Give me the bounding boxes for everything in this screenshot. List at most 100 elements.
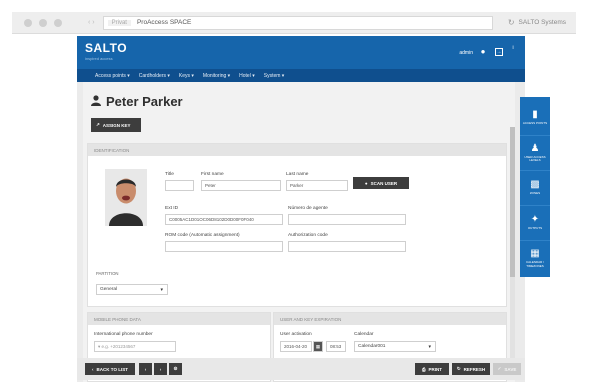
activation-date-field[interactable]: 2016-04-20 xyxy=(280,341,312,352)
scrollbar-thumb[interactable] xyxy=(510,127,515,277)
logo-tagline: inspired access xyxy=(85,56,113,61)
nav-access-points[interactable]: Access points ▾ xyxy=(95,73,130,79)
numero-agente-field[interactable] xyxy=(288,214,406,225)
dock-zones[interactable]: ▩ ZONES xyxy=(520,171,550,206)
dock-outputs[interactable]: ✦ OUTPUTS xyxy=(520,206,550,241)
save-label: SAVE xyxy=(504,366,517,372)
logout-icon[interactable]: → xyxy=(495,48,503,56)
nav-cardholders[interactable]: Cardholders ▾ xyxy=(139,73,170,79)
calendar-icon[interactable]: ▦ xyxy=(313,341,323,352)
title-label: Title xyxy=(165,172,174,177)
last-name-label: Last name xyxy=(286,172,309,177)
assign-key-button[interactable]: ↗ ASSIGN KEY xyxy=(91,118,141,132)
page-tab-title: ProAccess SPACE xyxy=(136,19,192,26)
content-scrollbar[interactable] xyxy=(510,127,515,379)
dock-calendar-timezones[interactable]: ▦ CALENDAR / TIMEZONES xyxy=(520,241,550,276)
site-label: SALTO Systems xyxy=(518,19,566,26)
next-button[interactable]: › xyxy=(154,363,167,375)
dock-user-access-levels-label: USER ACCESS LEVELS xyxy=(524,154,546,162)
content-area: Peter Parker ↗ ASSIGN KEY IDENTIFICATION xyxy=(83,82,515,382)
intl-phone-label: International phone number xyxy=(94,332,153,337)
scan-icon: ● xyxy=(364,180,368,186)
app-header: SALTO inspired access admin ● → i xyxy=(77,36,525,69)
users-icon: ♟ xyxy=(530,142,540,154)
window-controls xyxy=(24,18,62,27)
intl-phone-field[interactable]: ▾ e.g. +201234567 xyxy=(94,341,176,352)
close-window-dot[interactable] xyxy=(24,18,32,27)
calendar-select[interactable]: Calendar001 ▾ xyxy=(354,341,436,352)
identification-panel: IDENTIFICATION Title First name Peter La… xyxy=(87,143,507,307)
right-dock: ▮ ACCESS POINTS ♟ USER ACCESS LEVELS ▩ Z… xyxy=(520,97,550,277)
dock-user-access-levels[interactable]: ♟ USER ACCESS LEVELS xyxy=(520,136,550,171)
person-icon xyxy=(91,94,101,109)
dock-access-points[interactable]: ▮ ACCESS POINTS xyxy=(520,101,550,136)
refresh-icon[interactable]: ↻ xyxy=(508,18,515,27)
scan-user-label: SCAN USER xyxy=(370,180,398,186)
save-button[interactable]: ✓ SAVE xyxy=(493,363,521,375)
title-field[interactable] xyxy=(165,180,194,191)
scan-user-button[interactable]: ● SCAN USER xyxy=(353,177,409,189)
page-title-row: Peter Parker xyxy=(91,94,183,109)
page-title: Peter Parker xyxy=(106,94,183,109)
ext-id-field[interactable]: C0005AC1D01OC06D8102D0D00F0F040 xyxy=(165,214,283,225)
first-name-field[interactable]: Peter xyxy=(201,180,281,191)
ext-id-label: Ext ID xyxy=(165,206,179,211)
first-name-label: First name xyxy=(201,172,224,177)
print-icon: ⎙ xyxy=(421,366,426,372)
page-body: Peter Parker ↗ ASSIGN KEY IDENTIFICATION xyxy=(77,82,525,382)
user-expiration-header: USER AND KEY EXPIRATION xyxy=(274,313,506,325)
nav-monitoring[interactable]: Monitoring ▾ xyxy=(203,73,230,79)
assign-key-label: ASSIGN KEY xyxy=(102,122,131,128)
chevron-left-icon: ‹ xyxy=(92,366,94,372)
user-icon[interactable]: ● xyxy=(479,48,487,56)
last-name-field[interactable]: Parker xyxy=(286,180,348,191)
maximize-window-dot[interactable] xyxy=(54,18,62,27)
back-to-list-label: BACK TO LIST xyxy=(96,366,128,372)
dock-access-points-label: ACCESS POINTS xyxy=(522,121,548,126)
key-icon: ↗ xyxy=(96,122,100,127)
gear-icon: ⚙ xyxy=(173,366,178,371)
rom-code-field[interactable] xyxy=(165,241,283,252)
refresh-label: REFRESH xyxy=(463,366,486,372)
print-button[interactable]: ⎙ PRINT xyxy=(415,363,449,375)
refresh-button[interactable]: ↻ REFRESH xyxy=(452,363,490,375)
nav-hotel[interactable]: Hotel ▾ xyxy=(239,73,255,79)
dock-zones-label: ZONES xyxy=(529,191,541,196)
user-photo[interactable] xyxy=(105,169,147,226)
nav-system[interactable]: System ▾ xyxy=(264,73,285,79)
authorization-code-field[interactable] xyxy=(288,241,406,252)
back-to-list-button[interactable]: ‹ BACK TO LIST xyxy=(85,363,135,375)
back-forward-buttons[interactable]: ‹ › xyxy=(88,19,95,26)
partition-value: General xyxy=(100,287,118,292)
info-icon[interactable]: i xyxy=(509,44,517,52)
refresh-icon: ↻ xyxy=(456,366,461,371)
dock-calendar-timezones-label: CALENDAR / TIMEZONES xyxy=(525,260,544,268)
partition-label: PARTITION xyxy=(96,271,119,276)
settings-button[interactable]: ⚙ xyxy=(169,363,182,375)
nav-keys[interactable]: Keys ▾ xyxy=(179,73,194,79)
salto-logo[interactable]: SALTO xyxy=(85,41,127,55)
rom-code-label: ROM code (Automatic assignment) xyxy=(165,233,240,238)
footer-bar: ‹ BACK TO LIST ‹ › ⚙ ⎙ PRINT ↻ REFRESH ✓… xyxy=(77,358,525,380)
dock-outputs-label: OUTPUTS xyxy=(527,226,543,231)
browser-toolbar: ‹ › Privat ProAccess SPACE ↻ SALTO Syste… xyxy=(12,12,576,34)
minimize-window-dot[interactable] xyxy=(39,18,47,27)
activation-time-field[interactable]: 08:53 xyxy=(326,341,346,352)
zones-icon: ▩ xyxy=(530,179,540,191)
partition-select[interactable]: General ▾ xyxy=(96,284,168,295)
outputs-icon: ✦ xyxy=(530,214,540,226)
check-icon: ✓ xyxy=(497,366,502,371)
calendar-value: Calendar001 xyxy=(358,344,386,349)
current-user[interactable]: admin xyxy=(459,50,473,56)
chevron-right-icon: › xyxy=(159,366,162,372)
user-activation-label: User activation xyxy=(280,332,312,337)
address-bar[interactable]: Privat ProAccess SPACE xyxy=(102,15,493,30)
calendar-grid-icon: ▦ xyxy=(530,248,540,259)
print-label: PRINT xyxy=(428,366,443,372)
numero-agente-label: Número de agente xyxy=(288,206,328,211)
previous-button[interactable]: ‹ xyxy=(139,363,152,375)
chevron-left-icon: ‹ xyxy=(144,366,147,372)
authorization-code-label: Authorization code xyxy=(288,233,328,238)
screen: { "browser": { "back_forward": "‹ ›", "s… xyxy=(0,0,589,392)
chevron-down-icon: ▾ xyxy=(428,343,431,350)
